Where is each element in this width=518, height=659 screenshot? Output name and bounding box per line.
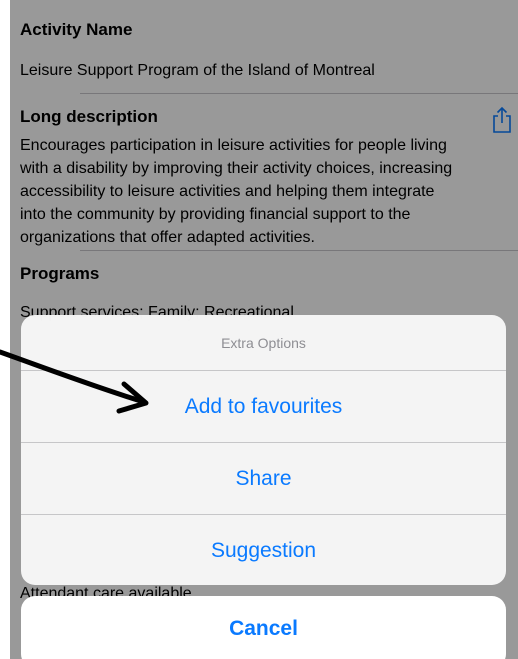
cancel-button[interactable]: Cancel [21,596,506,659]
add-to-favourites-button[interactable]: Add to favourites [21,371,506,442]
app-screen: Activity Name Leisure Support Program of… [10,0,518,659]
share-button[interactable]: Share [21,443,506,514]
action-sheet: Extra Options Add to favourites Share Su… [21,315,506,585]
action-sheet-title: Extra Options [221,334,306,351]
cancel-label: Cancel [229,617,298,640]
suggestion-button[interactable]: Suggestion [21,515,506,585]
